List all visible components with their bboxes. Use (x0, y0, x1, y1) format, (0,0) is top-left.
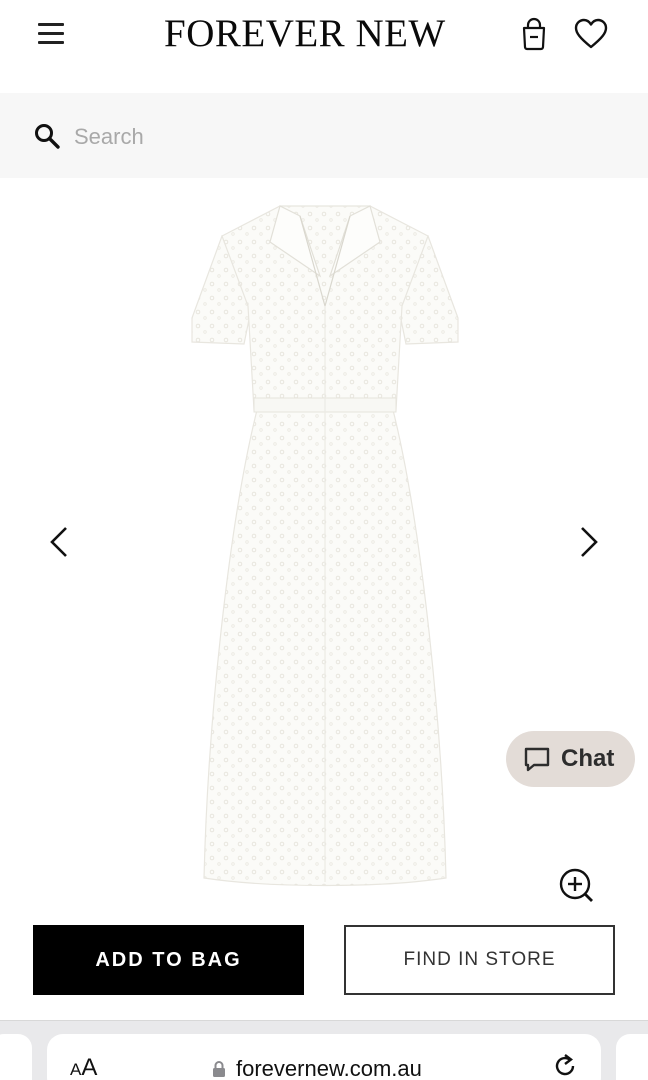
search-input[interactable] (74, 118, 574, 156)
zoom-in-icon[interactable] (558, 867, 594, 903)
chat-label: Chat (561, 745, 615, 772)
reload-icon[interactable] (551, 1052, 579, 1080)
text-size-large-a: A (81, 1054, 98, 1080)
chat-button[interactable]: Chat (506, 731, 635, 787)
hamburger-menu-icon[interactable] (38, 21, 66, 47)
add-to-bag-button[interactable]: ADD TO BAG (33, 925, 304, 995)
text-size-button[interactable]: AA (70, 1054, 97, 1080)
chevron-left-icon[interactable] (44, 522, 74, 562)
text-size-small-a: A (70, 1060, 82, 1079)
find-in-store-button[interactable]: FIND IN STORE (344, 925, 615, 995)
brand-logo[interactable]: FOREVER NEW (164, 12, 484, 56)
chat-bubble-icon (524, 747, 550, 772)
browser-tab-previous[interactable] (0, 1034, 32, 1080)
heart-icon[interactable] (572, 16, 610, 52)
site-header: FOREVER NEW (0, 0, 648, 92)
shopping-bag-icon[interactable] (518, 16, 550, 52)
url-text[interactable]: forevernew.com.au (236, 1055, 422, 1080)
browser-tab-next[interactable] (616, 1034, 648, 1080)
chevron-right-icon[interactable] (574, 522, 604, 562)
lock-icon (213, 1061, 225, 1077)
search-icon[interactable] (33, 122, 61, 150)
product-image[interactable] (180, 196, 470, 892)
